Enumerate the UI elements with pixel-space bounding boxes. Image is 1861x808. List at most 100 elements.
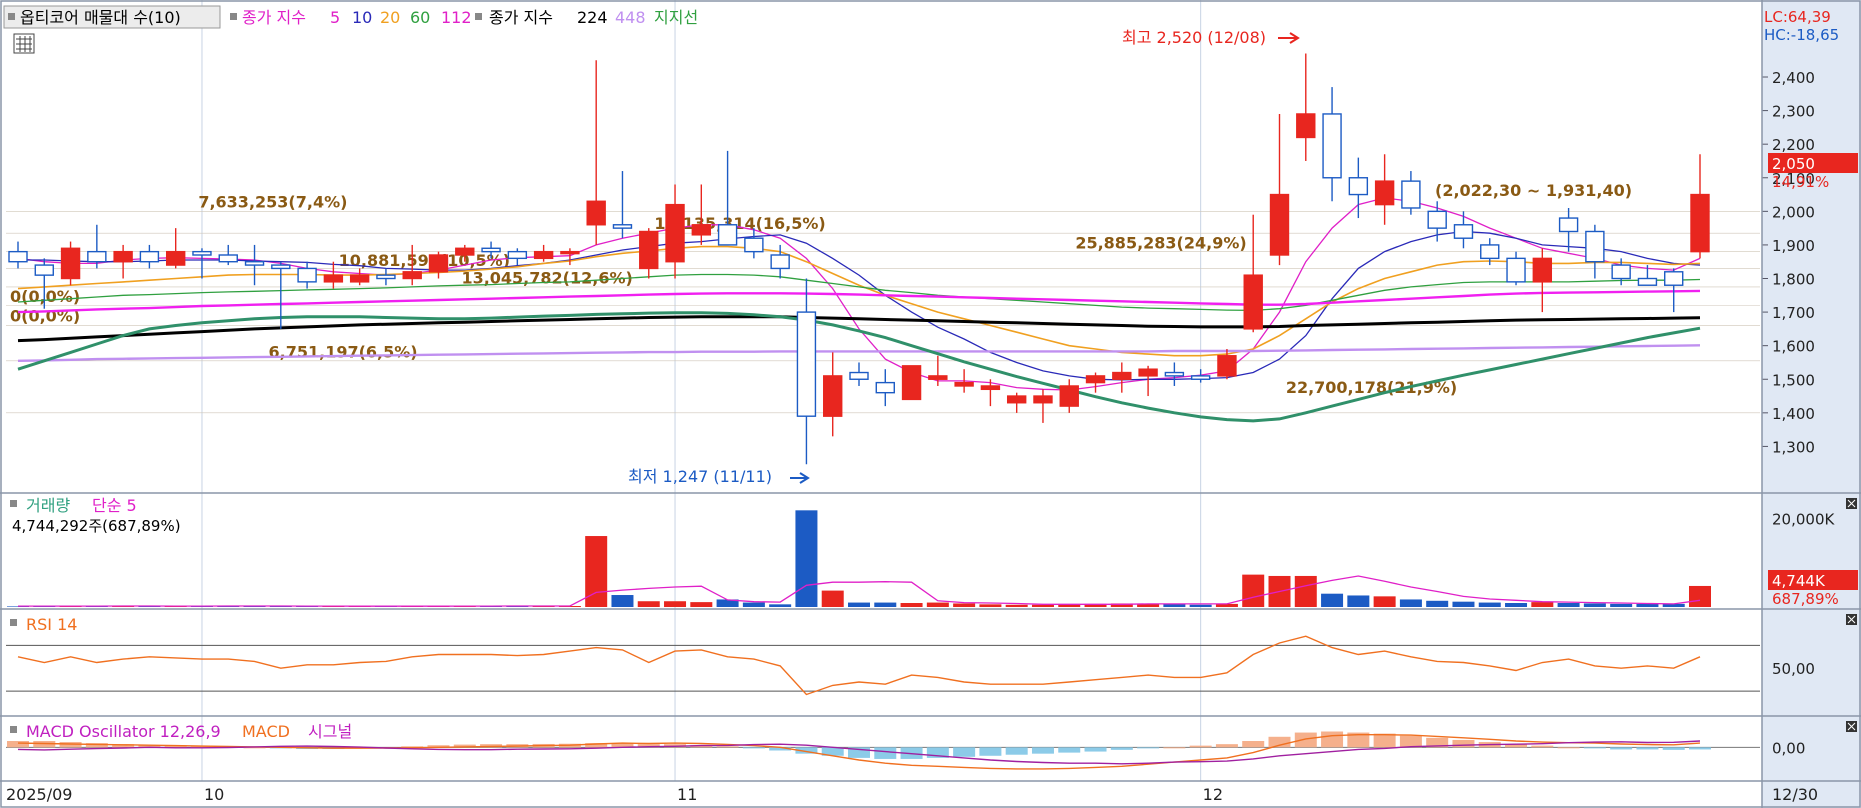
- volume-bar: [1373, 596, 1396, 607]
- volume-bar: [1321, 593, 1344, 607]
- grid-toggle-icon[interactable]: [13, 33, 35, 54]
- candle-body: [901, 365, 922, 401]
- macd-title[interactable]: MACD Oscillator 12,26,9: [26, 722, 221, 741]
- candle-body: [1190, 375, 1211, 380]
- ma-label[interactable]: 종가 지수: [242, 8, 306, 27]
- candle-body: [34, 264, 54, 276]
- zone-label: 25,885,283(24,9%): [1075, 233, 1246, 252]
- volume-bar: [637, 601, 660, 607]
- candle-body: [770, 254, 790, 270]
- candle-body: [507, 250, 528, 260]
- chart-title[interactable]: 옵티코어 매물대 수(10): [20, 8, 181, 27]
- rsi-title[interactable]: RSI 14: [26, 615, 77, 634]
- macd-osc-bar: [1636, 747, 1659, 750]
- candle-body: [323, 274, 344, 283]
- volume-bar: [1347, 595, 1370, 607]
- candle-body: [1637, 277, 1658, 286]
- x-tick-label: 12: [1203, 785, 1223, 804]
- macd-osc-bar: [1005, 747, 1028, 755]
- volume-bar: [611, 595, 634, 607]
- zone-label: 10,881,599(10,5%): [339, 251, 510, 270]
- volume-bar: [1478, 602, 1501, 607]
- macd-osc-bar: [1031, 747, 1054, 754]
- lc-readout: LC:64,39: [1764, 8, 1831, 26]
- ma-period-10[interactable]: 10: [352, 8, 372, 27]
- close-panel-icon[interactable]: [1846, 721, 1857, 732]
- volume-bar: [1031, 604, 1054, 607]
- candle-body: [612, 224, 633, 229]
- ma2-period-224[interactable]: 224: [577, 8, 608, 27]
- macd-osc-bar: [742, 747, 765, 749]
- close-panel-icon[interactable]: [1846, 614, 1857, 625]
- candle-body: [1401, 180, 1421, 209]
- volume-bar: [664, 601, 687, 607]
- y-tick-label: 1,800: [1772, 271, 1815, 289]
- candle-body: [665, 203, 685, 263]
- candle: [60, 241, 81, 286]
- candle-body: [980, 385, 1001, 391]
- candle-body: [639, 230, 659, 270]
- macd-osc-bar: [1610, 747, 1633, 750]
- candle-body: [1112, 371, 1132, 380]
- macd-osc-bar: [1689, 747, 1711, 750]
- y-tick-label: 2,400: [1772, 69, 1815, 87]
- candle-body: [1374, 180, 1395, 206]
- candle-body: [823, 375, 843, 417]
- signal-label[interactable]: 시그널: [308, 722, 352, 741]
- volume-bar: [1294, 575, 1317, 607]
- rsi-y-tick-label: 50,00: [1772, 660, 1815, 678]
- ma-period-60[interactable]: 60: [410, 8, 430, 27]
- y-tick-label: 1,300: [1772, 438, 1815, 456]
- y-tick-label: 1,900: [1772, 237, 1815, 255]
- volume-bar: [1399, 599, 1422, 607]
- candle-body: [533, 250, 554, 260]
- macd-osc-bar: [1215, 744, 1238, 748]
- ma-period-20[interactable]: 20: [380, 8, 400, 27]
- candle-body: [1427, 210, 1447, 229]
- macd-osc-bar: [1189, 745, 1212, 748]
- volume-bar: [690, 602, 713, 607]
- candle-body: [744, 237, 764, 253]
- candle-body: [1006, 395, 1027, 404]
- candle-body: [165, 250, 186, 266]
- candle-body: [1532, 257, 1553, 283]
- volume-ma-label[interactable]: 단순 5: [92, 496, 137, 515]
- volume-bar: [769, 604, 792, 607]
- ma-period-5[interactable]: 5: [330, 8, 340, 27]
- volume-title[interactable]: 거래량: [26, 496, 70, 515]
- y-tick-label: 2,300: [1772, 103, 1815, 121]
- volume-bar: [926, 602, 949, 607]
- candle-body: [1480, 244, 1500, 260]
- volume-bar: [1005, 604, 1028, 607]
- support-label[interactable]: 지지선: [654, 8, 698, 27]
- candle-body: [481, 247, 501, 253]
- legend-square-icon: [10, 619, 17, 626]
- candle-body: [87, 250, 107, 263]
- candle-body: [717, 224, 738, 246]
- low-annotation: 최저 1,247 (11/11): [628, 467, 772, 486]
- candle-body: [60, 247, 81, 280]
- candle-body: [1453, 224, 1474, 239]
- macd-osc-bar: [1058, 747, 1081, 753]
- ma2-label[interactable]: 종가 지수: [489, 8, 553, 27]
- volume-bar: [1557, 603, 1580, 607]
- candle-body: [1164, 371, 1185, 377]
- macd-osc-bar: [1137, 747, 1160, 749]
- macd-osc-bar: [1321, 731, 1344, 748]
- volume-value: 4,744,292주(687,89%): [12, 517, 181, 535]
- ma-period-112[interactable]: 112: [441, 8, 472, 27]
- legend-square-icon: [230, 13, 237, 20]
- macd-osc-bar: [979, 747, 1002, 756]
- y-tick-label: 2,000: [1772, 203, 1815, 221]
- candle-body: [560, 250, 580, 255]
- zone-label: 0(0,0%): [10, 287, 80, 306]
- candle-body: [1269, 193, 1290, 256]
- candle-body: [1033, 395, 1053, 404]
- macd-line-label[interactable]: MACD: [242, 722, 290, 741]
- ma2-period-448[interactable]: 448: [615, 8, 646, 27]
- y-tick-label: 1,400: [1772, 405, 1815, 423]
- macd-osc-bar: [1531, 745, 1554, 748]
- close-panel-icon[interactable]: [1846, 498, 1857, 509]
- volume-y-tick-label: 20,000K: [1772, 510, 1835, 528]
- candle-body: [349, 274, 370, 283]
